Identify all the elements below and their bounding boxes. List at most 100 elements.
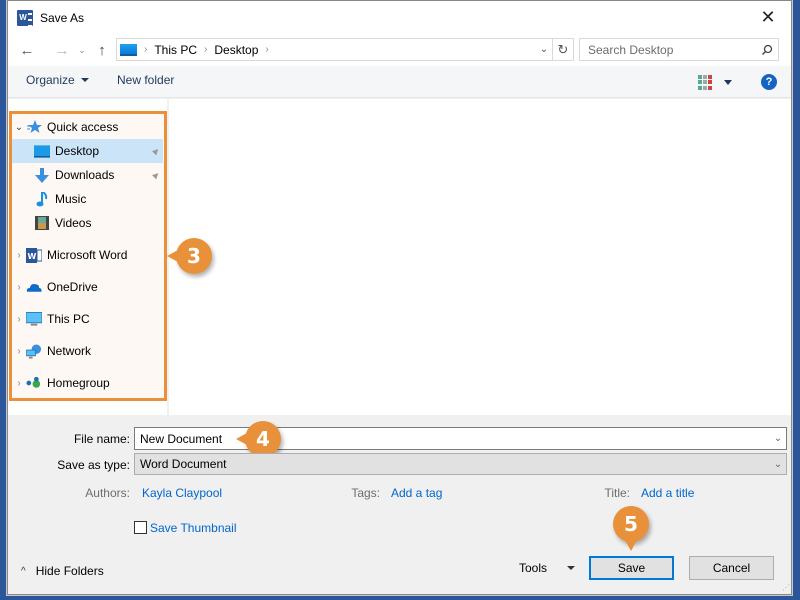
breadcrumb-separator-icon[interactable]: ›: [144, 44, 147, 55]
chevron-right-icon[interactable]: ›: [12, 378, 26, 389]
tools-label: Tools: [519, 561, 548, 575]
chevron-down-icon[interactable]: ⌄: [12, 122, 26, 133]
new-folder-label: New folder: [117, 73, 175, 87]
hide-folders-button[interactable]: ^ Hide Folders: [21, 564, 104, 578]
hide-folders-label: Hide Folders: [35, 564, 104, 578]
search-icon[interactable]: [756, 44, 778, 56]
save-button[interactable]: Save: [589, 556, 674, 580]
save-as-type-label: Save as type:: [57, 458, 130, 472]
arrow-left-icon: ←: [19, 41, 35, 59]
nav-item-label: Network: [47, 344, 92, 358]
chevron-down-icon: ⌄: [773, 458, 783, 470]
video-icon: [34, 215, 50, 231]
chevron-right-icon[interactable]: ›: [12, 250, 26, 261]
callout-step-5: 5: [613, 506, 649, 551]
nav-item-label: Music: [55, 192, 87, 206]
search-input[interactable]: [580, 42, 756, 57]
pin-icon[interactable]: ▲: [149, 144, 164, 159]
nav-item-downloads[interactable]: Downloads ▲: [12, 163, 163, 187]
refresh-icon: ↻: [557, 41, 569, 57]
resize-grip-icon[interactable]: ⋰: [782, 583, 790, 592]
organize-label: Organize: [26, 73, 75, 87]
onedrive-icon: [26, 279, 42, 295]
breadcrumb-desktop[interactable]: Desktop: [214, 43, 258, 57]
desktop-icon: [34, 143, 50, 159]
navigation-pane: ⌄ Quick access Desktop ▲ Downloads ▲ Mus…: [8, 99, 168, 415]
help-button[interactable]: ?: [761, 74, 777, 90]
nav-item-music[interactable]: Music: [12, 187, 163, 211]
pin-icon[interactable]: ▲: [149, 168, 164, 183]
recent-locations-button[interactable]: ⌄: [75, 38, 89, 62]
caret-down-icon: [80, 78, 89, 82]
new-folder-button[interactable]: New folder: [117, 73, 174, 87]
network-icon: [26, 343, 42, 359]
change-view-icon[interactable]: [698, 75, 713, 90]
download-icon: [34, 167, 50, 183]
authors-link[interactable]: Kayla Claypool: [142, 486, 222, 500]
callout-step-4: 4: [236, 421, 281, 457]
svg-text:W: W: [28, 252, 37, 261]
chevron-down-icon: ⌄: [78, 44, 86, 55]
address-dropdown-button[interactable]: ⌄: [537, 39, 551, 60]
arrow-right-icon: →: [54, 41, 70, 59]
save-as-dialog: W Save As ✕ ← → ⌄ ↑ › This PC › Desktop …: [7, 0, 792, 595]
nav-item-label: Quick access: [47, 120, 119, 134]
chevron-right-icon[interactable]: ›: [12, 314, 26, 325]
word-icon: W: [26, 247, 42, 263]
nav-item-label: Homegroup: [47, 376, 110, 390]
nav-item-label: Microsoft Word: [47, 248, 128, 262]
breadcrumb-separator-icon[interactable]: ›: [204, 44, 207, 55]
authors-label: Authors:: [85, 486, 130, 500]
nav-item-desktop[interactable]: Desktop ▲: [12, 139, 163, 163]
title-link[interactable]: Add a title: [641, 486, 694, 500]
nav-item-homegroup[interactable]: › Homegroup: [12, 371, 163, 395]
view-options-caret-icon[interactable]: [724, 80, 732, 85]
close-button[interactable]: ✕: [745, 1, 791, 34]
file-name-label: File name:: [73, 432, 130, 446]
back-button[interactable]: ←: [16, 38, 38, 62]
up-button[interactable]: ↑: [91, 38, 113, 62]
computer-icon: [26, 311, 42, 327]
cancel-button[interactable]: Cancel: [689, 556, 774, 580]
help-icon: ?: [765, 76, 773, 88]
nav-item-label: Videos: [55, 216, 92, 230]
close-icon: ✕: [760, 7, 776, 27]
breadcrumb-separator-icon[interactable]: ›: [265, 44, 268, 55]
arrow-up-icon: ↑: [98, 41, 106, 59]
nav-item-label: OneDrive: [47, 280, 98, 294]
homegroup-icon: [26, 375, 42, 391]
organize-button[interactable]: Organize: [26, 73, 89, 87]
star-icon: [26, 119, 42, 135]
nav-item-label: Downloads: [55, 168, 115, 182]
breadcrumb-this-pc[interactable]: This PC: [154, 43, 197, 57]
chevron-up-icon: ^: [21, 565, 26, 577]
save-thumbnail-checkbox[interactable]: [134, 521, 147, 534]
save-as-type-select[interactable]: Word Document ⌄: [134, 453, 787, 475]
chevron-down-icon[interactable]: ⌄: [770, 433, 786, 444]
title-label: Title:: [604, 486, 630, 500]
chevron-right-icon[interactable]: ›: [12, 282, 26, 293]
nav-item-network[interactable]: › Network: [12, 339, 163, 363]
file-name-input[interactable]: [135, 428, 770, 449]
chevron-right-icon[interactable]: ›: [12, 346, 26, 357]
chevron-down-icon: ⌄: [539, 44, 549, 55]
file-name-field[interactable]: ⌄: [134, 427, 787, 450]
nav-item-this-pc[interactable]: › This PC: [12, 307, 163, 331]
forward-button[interactable]: →: [51, 38, 73, 62]
dialog-title: Save As: [40, 10, 85, 25]
tags-link[interactable]: Add a tag: [391, 486, 442, 500]
address-bar[interactable]: › This PC › Desktop › ⌄ ↻: [116, 38, 574, 61]
nav-item-videos[interactable]: Videos: [12, 211, 163, 235]
caret-down-icon: [567, 566, 576, 570]
nav-item-label: This PC: [47, 312, 90, 326]
nav-item-onedrive[interactable]: › OneDrive: [12, 275, 163, 299]
nav-item-microsoft-word[interactable]: › W Microsoft Word: [12, 243, 163, 267]
navigation-bar: ← → ⌄ ↑ › This PC › Desktop › ⌄ ↻: [8, 34, 791, 66]
file-list-pane[interactable]: [169, 99, 791, 415]
save-as-type-value: Word Document: [140, 457, 227, 471]
music-icon: [34, 191, 50, 207]
save-thumbnail-label[interactable]: Save Thumbnail: [150, 521, 237, 535]
nav-item-quick-access[interactable]: ⌄ Quick access: [12, 115, 163, 139]
tools-button[interactable]: Tools: [519, 561, 576, 575]
refresh-button[interactable]: ↻: [552, 39, 573, 60]
